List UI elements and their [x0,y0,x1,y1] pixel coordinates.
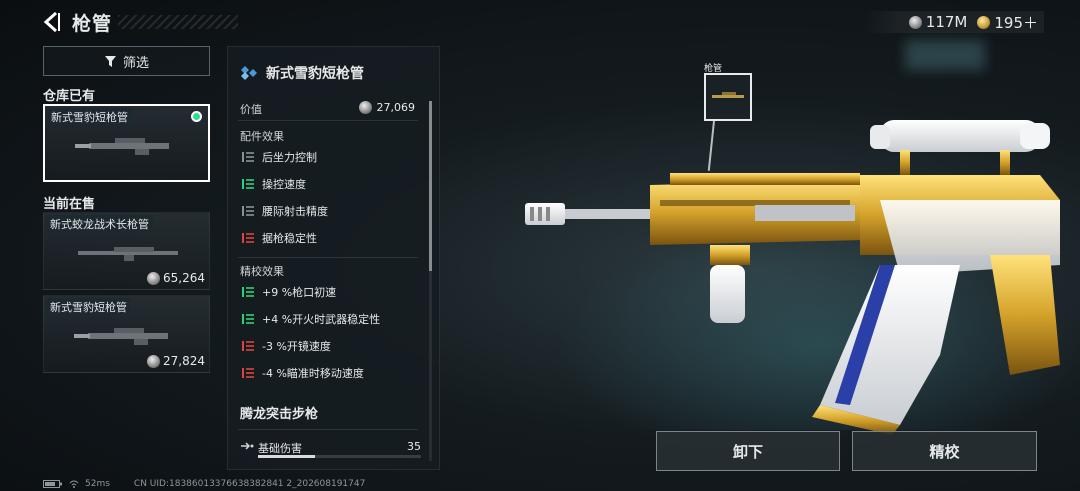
value-label: 价值 [240,103,262,116]
neutral-effect-icon [242,152,254,162]
card-item-name: 新式蛟龙战术长枪管 [46,215,153,233]
owned-section-label: 仓库已有 [43,89,96,104]
card-price: 27,824 [147,354,205,368]
effect-row: 后坐力控制 [242,149,317,165]
weapon-rifle-image [525,120,1060,435]
tuning-label: -3 %开镜速度 [262,340,331,353]
stat-bar [258,455,421,458]
tuning-label: +9 %枪口初速 [262,286,337,299]
effect-label: 据枪稳定性 [262,232,317,245]
price-value: 65,264 [163,271,205,285]
stat-value: 35 [407,440,421,453]
title-decoration [118,15,238,29]
positive-effect-icon [242,287,254,297]
divider [238,120,418,121]
sale-item-card[interactable]: 新式雪豹短枪管 27,824 [43,295,210,373]
tuning-label: -4 %瞄准时移动速度 [262,367,364,380]
tuning-row: -3 %开镜速度 [242,338,331,354]
filter-button[interactable]: 筛选 [43,46,210,76]
tuning-label: 精校效果 [240,265,284,278]
silver-coin-icon [147,271,160,285]
gold-amount: 195＋ [994,13,1038,32]
effects-label: 配件效果 [240,130,284,143]
negative-effect-icon [242,341,254,351]
uid-text: CN UID:18386013376638382841 2_2026081917… [133,479,366,489]
quality-diamond-icon [241,66,257,80]
background-light [905,40,985,70]
scrollbar-thumb[interactable] [429,101,432,271]
stat-bar-fill [258,455,316,458]
positive-effect-icon [242,179,254,189]
filter-label: 筛选 [122,55,149,71]
silver-amount: 117M [925,13,968,31]
barrel-thumbnail-icon [74,328,168,345]
silver-coin-icon [908,15,922,29]
card-item-name: 新式雪豹短枪管 [47,108,132,126]
barrel-thumbnail-icon [78,247,178,261]
effect-label: 操控速度 [262,178,306,191]
wifi-icon [69,480,79,488]
unequip-button[interactable]: 卸下 [656,431,840,471]
weapon-name: 腾龙突击步枪 [240,407,319,422]
tuning-row: +4 %开火时武器稳定性 [242,311,380,327]
silver-coin-icon [147,354,160,368]
panel-scrollbar[interactable] [429,101,432,461]
negative-effect-icon [242,233,254,243]
silver-coin-icon [358,101,372,114]
effect-row: 操控速度 [242,176,306,192]
status-footer: 52ms CN UID:18386013376638382841 2_20260… [43,479,365,489]
equipped-indicator [191,111,202,122]
ping-text: 52ms [85,479,110,489]
currency-bar: 117M 195＋ [862,11,1044,33]
sale-section-label: 当前在售 [43,197,96,212]
currency-silver[interactable]: 117M [908,13,968,31]
back-arrow-icon[interactable] [40,10,64,34]
effect-label: 后坐力控制 [262,151,317,164]
divider [238,429,418,430]
page-title: 枪管 [72,13,113,35]
effect-row: 腰际射击精度 [242,203,328,219]
barrel-thumbnail-icon [75,138,169,155]
positive-effect-icon [242,314,254,324]
battery-icon [43,480,62,488]
top-bar: 枪管 117M 195＋ [0,0,1080,44]
detail-panel[interactable]: 新式雪豹短枪管 价值 27,069 配件效果 后坐力控制操控速度腰际射击精度 据枪… [227,46,440,470]
detail-header: 新式雪豹短枪管 [240,63,364,83]
stat-label: 基础伤害 [258,442,302,455]
filter-icon [104,55,116,67]
sale-item-card[interactable]: 新式蛟龙战术长枪管 65,264 [43,212,210,290]
detail-title: 新式雪豹短枪管 [266,66,364,82]
card-price: 65,264 [147,271,205,285]
effect-row: 据枪稳定性 [242,230,317,246]
tuning-row: +9 %枪口初速 [242,284,336,300]
negative-effect-icon [242,368,254,378]
gold-coin-icon [977,15,991,29]
price-value: 27,824 [163,354,205,368]
card-item-name: 新式雪豹短枪管 [46,298,131,316]
owned-item-card[interactable]: 新式雪豹短枪管 [43,104,210,182]
value-amount: 27,069 [358,101,416,114]
tuning-label: +4 %开火时武器稳定性 [262,313,381,326]
damage-icon [241,442,254,450]
value-number: 27,069 [376,101,416,114]
divider [238,257,418,258]
effect-label: 腰际射击精度 [262,205,328,218]
tune-button[interactable]: 精校 [852,431,1037,471]
neutral-effect-icon [242,206,254,216]
tuning-row: -4 %瞄准时移动速度 [242,365,364,381]
currency-gold[interactable]: 195＋ [977,12,1038,33]
